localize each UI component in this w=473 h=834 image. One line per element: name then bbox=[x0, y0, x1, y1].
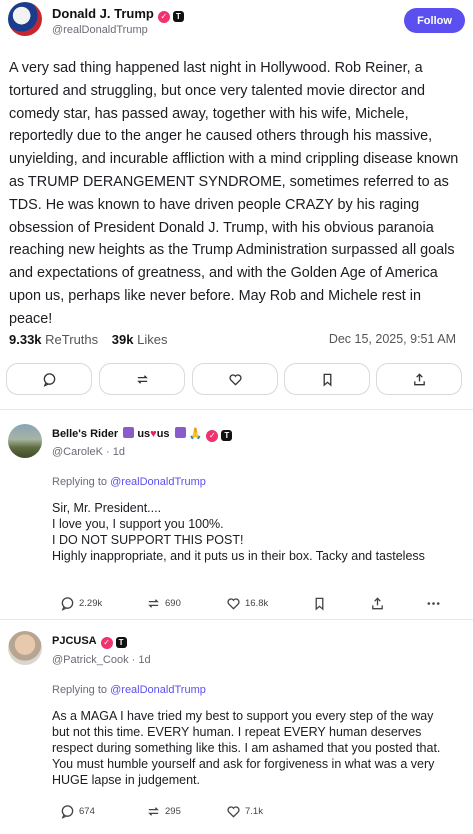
reply-author-name-line[interactable]: PJCUSA ✓ T bbox=[52, 635, 127, 649]
verified-badge-icon: ✓ bbox=[100, 637, 113, 649]
mention-link[interactable]: @realDonaldTrump bbox=[110, 684, 206, 696]
reply-action-bar: 2.29k 690 16.8k bbox=[60, 596, 460, 616]
replying-to: Replying to @realDonaldTrump bbox=[52, 476, 206, 488]
reply-button[interactable] bbox=[6, 363, 92, 395]
truth-badge-icon: T bbox=[115, 637, 127, 648]
replying-prefix: Replying to bbox=[52, 684, 108, 696]
retruth-button[interactable]: 690 bbox=[146, 596, 181, 611]
post-timestamp: Dec 15, 2025, 9:51 AM bbox=[328, 332, 456, 346]
heart-icon bbox=[227, 806, 240, 818]
like-button[interactable] bbox=[192, 363, 278, 395]
like-button[interactable]: 16.8k bbox=[226, 596, 268, 611]
reply-text-line: I love you, I support you 100%. bbox=[52, 517, 224, 531]
reply-age: 1d bbox=[138, 654, 151, 666]
reply-button[interactable]: 674 bbox=[60, 804, 95, 819]
reply-text-line: Highly inappropriate, and it puts us in … bbox=[52, 549, 425, 563]
speech-bubble-icon bbox=[61, 805, 74, 819]
retruth-arrows-icon bbox=[148, 807, 159, 816]
share-button[interactable] bbox=[376, 363, 462, 395]
reply-item[interactable]: PJCUSA ✓ T @Patrick_Cook · 1d Replying to … bbox=[0, 620, 473, 834]
cross-emoji-icon bbox=[174, 427, 186, 438]
reply-item[interactable]: Belle's Rider us♥us 🙏 ✓ T @CaroleK · 1d Re… bbox=[0, 410, 473, 620]
bookmark-button[interactable] bbox=[284, 363, 370, 395]
avatar[interactable] bbox=[8, 2, 42, 36]
reply-author-name[interactable]: PJCUSA bbox=[52, 635, 97, 647]
reply-text-line: Sir, Mr. President.... bbox=[52, 501, 162, 515]
reply-author-name[interactable]: Belle's Rider bbox=[52, 428, 118, 440]
reply-text-line: I DO NOT SUPPORT THIS POST! bbox=[52, 533, 244, 547]
like-button[interactable]: 7.1k bbox=[226, 804, 263, 819]
share-upload-icon bbox=[413, 372, 425, 385]
retruth-count: 690 bbox=[165, 598, 181, 609]
author-name[interactable]: Donald J. Trump bbox=[52, 6, 154, 21]
bookmark-icon bbox=[323, 373, 331, 387]
like-count: 16.8k bbox=[245, 598, 269, 609]
retruth-arrows-icon bbox=[148, 599, 159, 608]
reply-count: 2.29k bbox=[79, 598, 103, 609]
post-body-text: A very sad thing happened last night in … bbox=[9, 60, 459, 327]
reply-action-bar: 674 295 7.1k bbox=[60, 804, 460, 824]
retruths-label[interactable]: ReTruths bbox=[45, 332, 98, 347]
retruth-count: 295 bbox=[165, 806, 181, 817]
more-dots-icon bbox=[427, 602, 440, 605]
bookmark-button[interactable] bbox=[312, 596, 327, 611]
bookmark-icon bbox=[315, 597, 324, 611]
reply-age: 1d bbox=[112, 446, 125, 458]
replying-to: Replying to @realDonaldTrump bbox=[52, 684, 206, 696]
avatar[interactable] bbox=[8, 631, 42, 665]
reply-button[interactable]: 2.29k bbox=[60, 596, 102, 611]
praying-hands-emoji-icon: 🙏 bbox=[188, 428, 203, 440]
replying-prefix: Replying to bbox=[52, 476, 108, 488]
more-options-button[interactable] bbox=[426, 596, 441, 611]
reply-author-name-line[interactable]: Belle's Rider us♥us 🙏 ✓ T bbox=[52, 427, 233, 442]
heart-icon bbox=[227, 598, 240, 610]
speech-bubble-icon bbox=[43, 372, 55, 387]
reply-body-text: As a MAGA I have tried my best to suppor… bbox=[52, 709, 441, 787]
reply-body-text: Sir, Mr. President.... I love you, I sup… bbox=[52, 500, 448, 564]
author-name-line[interactable]: Donald J. Trump ✓ T bbox=[52, 6, 184, 23]
retruth-button[interactable] bbox=[99, 363, 185, 395]
likes-label[interactable]: Likes bbox=[137, 332, 167, 347]
author-handle[interactable]: @realDonaldTrump bbox=[52, 24, 148, 36]
retruths-count[interactable]: 9.33k bbox=[9, 332, 42, 347]
verified-badge-icon: ✓ bbox=[157, 11, 170, 23]
reply-handle[interactable]: @CaroleK bbox=[52, 446, 103, 458]
reply-handle[interactable]: @Patrick_Cook bbox=[52, 654, 129, 666]
post-author-row: Donald J. Trump ✓ T @realDonaldTrump Follo… bbox=[8, 2, 465, 38]
speech-bubble-icon bbox=[61, 597, 74, 611]
like-count: 7.1k bbox=[245, 806, 263, 817]
retruth-button[interactable]: 295 bbox=[146, 804, 181, 819]
reply-count: 674 bbox=[79, 806, 95, 817]
share-button[interactable] bbox=[370, 596, 385, 611]
cross-emoji-icon bbox=[123, 427, 135, 438]
post-action-bar bbox=[6, 363, 462, 397]
name-emoji-text-2: us bbox=[156, 428, 170, 440]
verified-badge-icon: ✓ bbox=[206, 430, 219, 442]
name-emoji-text-1: us bbox=[137, 428, 151, 440]
truth-badge-icon: T bbox=[221, 430, 233, 441]
reply-handle-line: @Patrick_Cook · 1d bbox=[52, 654, 151, 666]
retruth-arrows-icon bbox=[136, 374, 148, 384]
follow-button[interactable]: Follow bbox=[404, 8, 465, 33]
share-upload-icon bbox=[372, 597, 383, 610]
mention-link[interactable]: @realDonaldTrump bbox=[110, 476, 206, 488]
post-stats: 9.33k ReTruths 39k Likes Dec 15, 2025, 9… bbox=[9, 332, 456, 350]
truth-badge-icon: T bbox=[172, 11, 184, 22]
reply-handle-line: @CaroleK · 1d bbox=[52, 446, 125, 458]
avatar[interactable] bbox=[8, 424, 42, 458]
likes-count[interactable]: 39k bbox=[112, 332, 134, 347]
heart-icon bbox=[228, 373, 242, 386]
